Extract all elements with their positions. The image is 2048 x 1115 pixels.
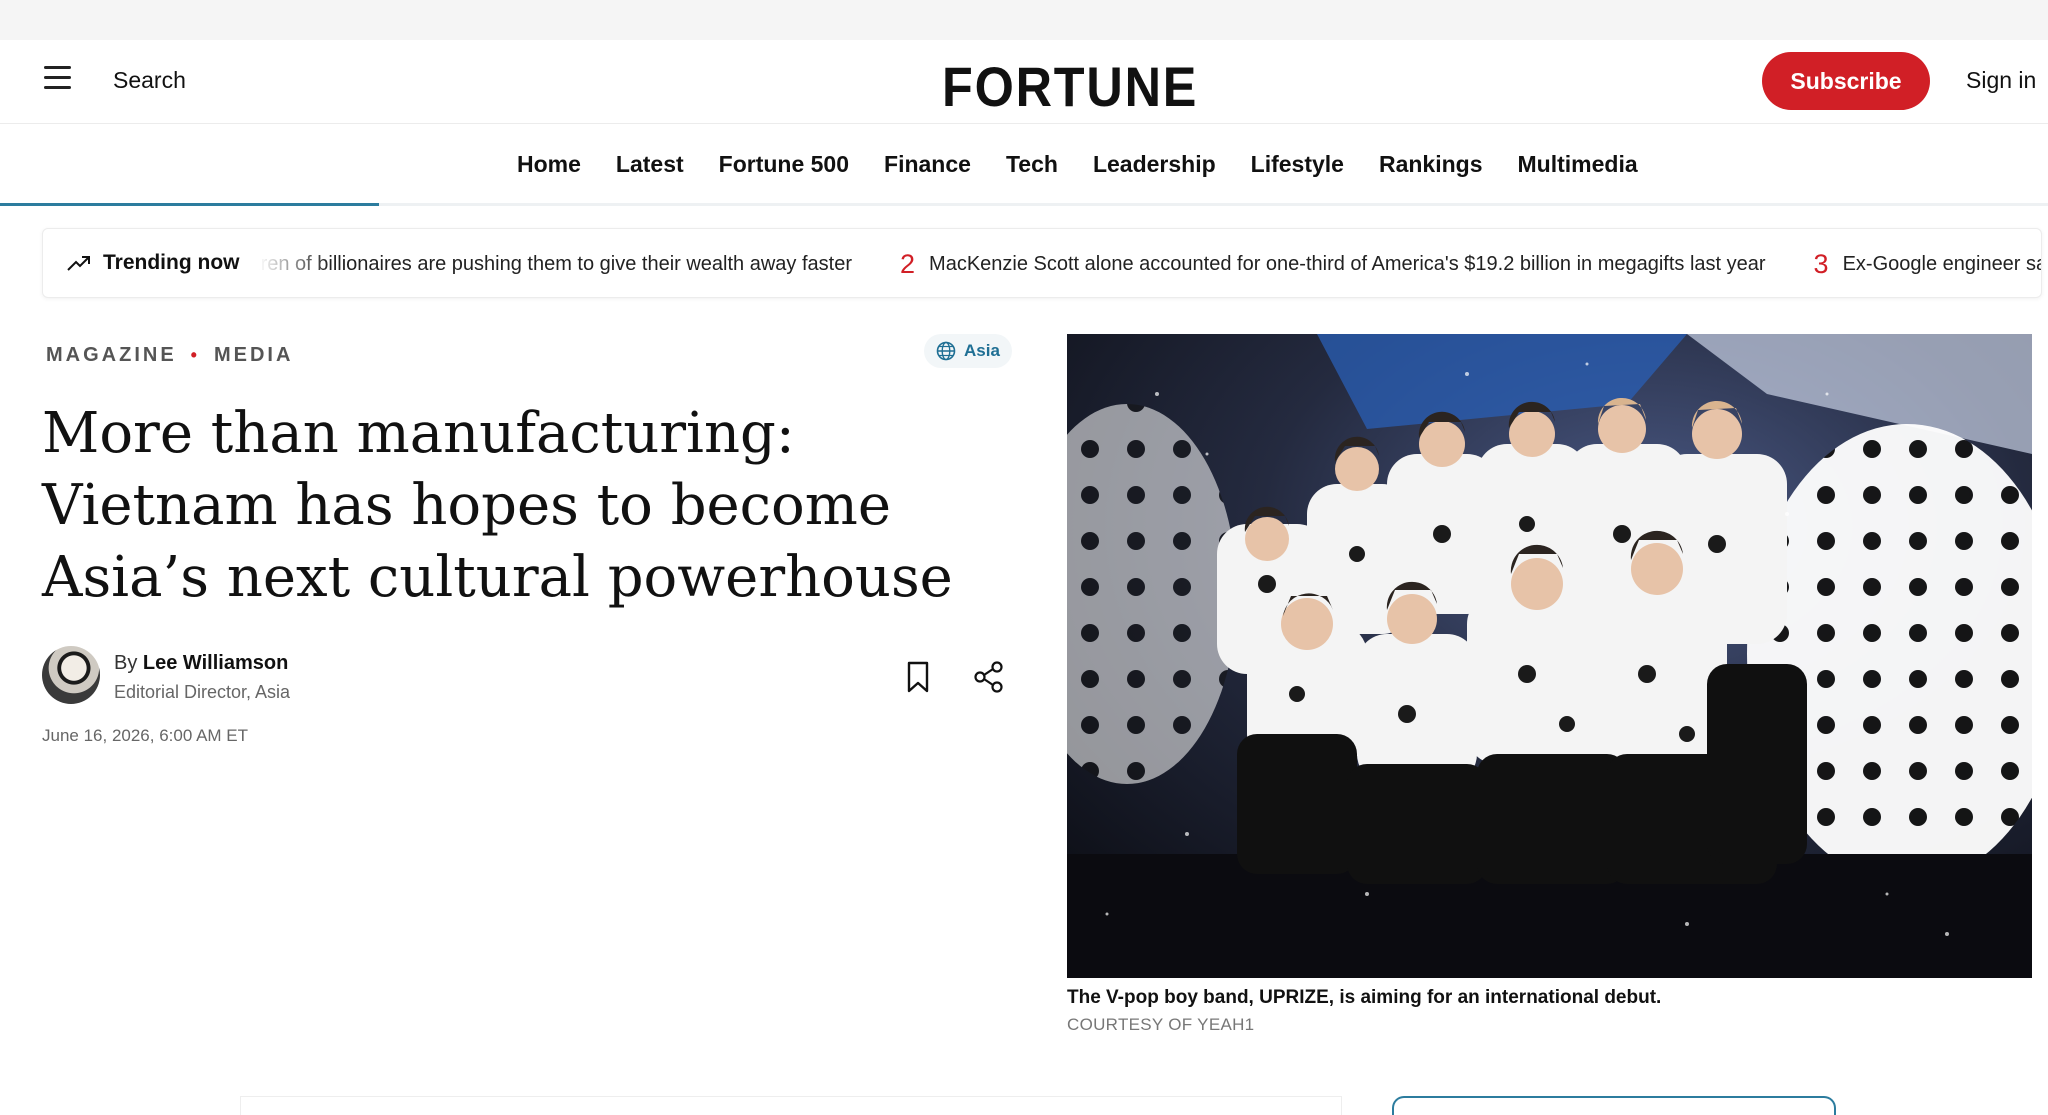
content-card-left [240,1096,1342,1115]
image-credit: COURTESY OF YEAH1 [1067,1015,1255,1034]
trending-items: Children of billionaires are pushing the… [259,229,2041,297]
trending-item-number: 2 [900,248,916,279]
menu-icon[interactable] [44,66,76,96]
bookmark-icon[interactable] [904,660,932,694]
main-nav: Home Latest Fortune 500 Finance Tech Lea… [0,125,2048,206]
author-name[interactable]: Lee Williamson [143,652,288,674]
region-label: Asia [964,341,1000,360]
search-button[interactable]: Search [113,67,186,94]
hero-image[interactable] [1067,334,2032,978]
trending-label-text: Trending now [103,251,240,274]
trending-item-text: Children of billionaires are pushing the… [259,252,853,275]
trending-up-icon [67,256,90,271]
browser-top-strip [0,0,2048,40]
author-prefix: By [114,652,138,674]
globe-icon [936,341,956,361]
region-tag[interactable]: Asia [924,334,1012,368]
nav-item-home[interactable]: Home [517,151,581,178]
trending-track: Children of billionaires are pushing the… [259,229,2041,297]
nav-items: Home Latest Fortune 500 Finance Tech Lea… [517,151,1673,178]
byline: By Lee Williamson Editorial Director, As… [42,646,1022,766]
share-icon[interactable] [972,660,1006,694]
kicker-separator: • [190,345,200,365]
publish-date: June 16, 2026, 6:00 AM ET [42,726,249,745]
reading-progress-bar [0,203,2048,206]
author-avatar[interactable] [42,646,100,704]
nav-item-fortune-500[interactable]: Fortune 500 [719,151,849,178]
article-kicker: MAGAZINE • MEDIA [46,344,293,367]
trending-item-number: 3 [1813,248,1829,279]
content-card-right [1392,1096,1836,1115]
nav-item-latest[interactable]: Latest [616,151,684,178]
nav-item-tech[interactable]: Tech [1006,151,1058,178]
site-header: Search FORTUNE Subscribe Sign in [0,40,2048,124]
subsection-link[interactable]: MEDIA [214,344,293,367]
band-photo [1067,334,2032,978]
image-caption: The V-pop boy band, UPRIZE, is aiming fo… [1067,987,1662,1008]
trending-item-text: MacKenzie Scott alone accounted for one-… [929,252,1766,275]
trending-item-1[interactable]: Children of billionaires are pushing the… [259,253,852,276]
section-link[interactable]: MAGAZINE [46,344,177,367]
author-line: By Lee Williamson [114,652,288,675]
trending-item-text: Ex-Google engineer says Larry Pa [1842,252,2041,275]
trending-item-3[interactable]: 3 Ex-Google engineer says Larry Pa [1814,249,2041,280]
nav-item-finance[interactable]: Finance [884,151,971,178]
article-headline: More than manufacturing: Vietnam has hop… [42,401,953,610]
subscribe-button[interactable]: Subscribe [1762,52,1930,110]
trending-label: Trending now [67,251,240,275]
reading-progress-fill [0,203,379,206]
fortune-logo[interactable]: FORTUNE [942,54,1198,119]
nav-item-multimedia[interactable]: Multimedia [1518,151,1638,178]
trending-fade [259,229,329,297]
sign-in-link[interactable]: Sign in [1966,67,2036,94]
nav-item-leadership[interactable]: Leadership [1093,151,1216,178]
author-role: Editorial Director, Asia [114,682,291,702]
nav-item-rankings[interactable]: Rankings [1379,151,1483,178]
trending-bar: Trending now Children of billionaires ar… [42,228,2042,298]
trending-item-2[interactable]: 2 MacKenzie Scott alone accounted for on… [900,249,1766,280]
nav-item-lifestyle[interactable]: Lifestyle [1251,151,1344,178]
